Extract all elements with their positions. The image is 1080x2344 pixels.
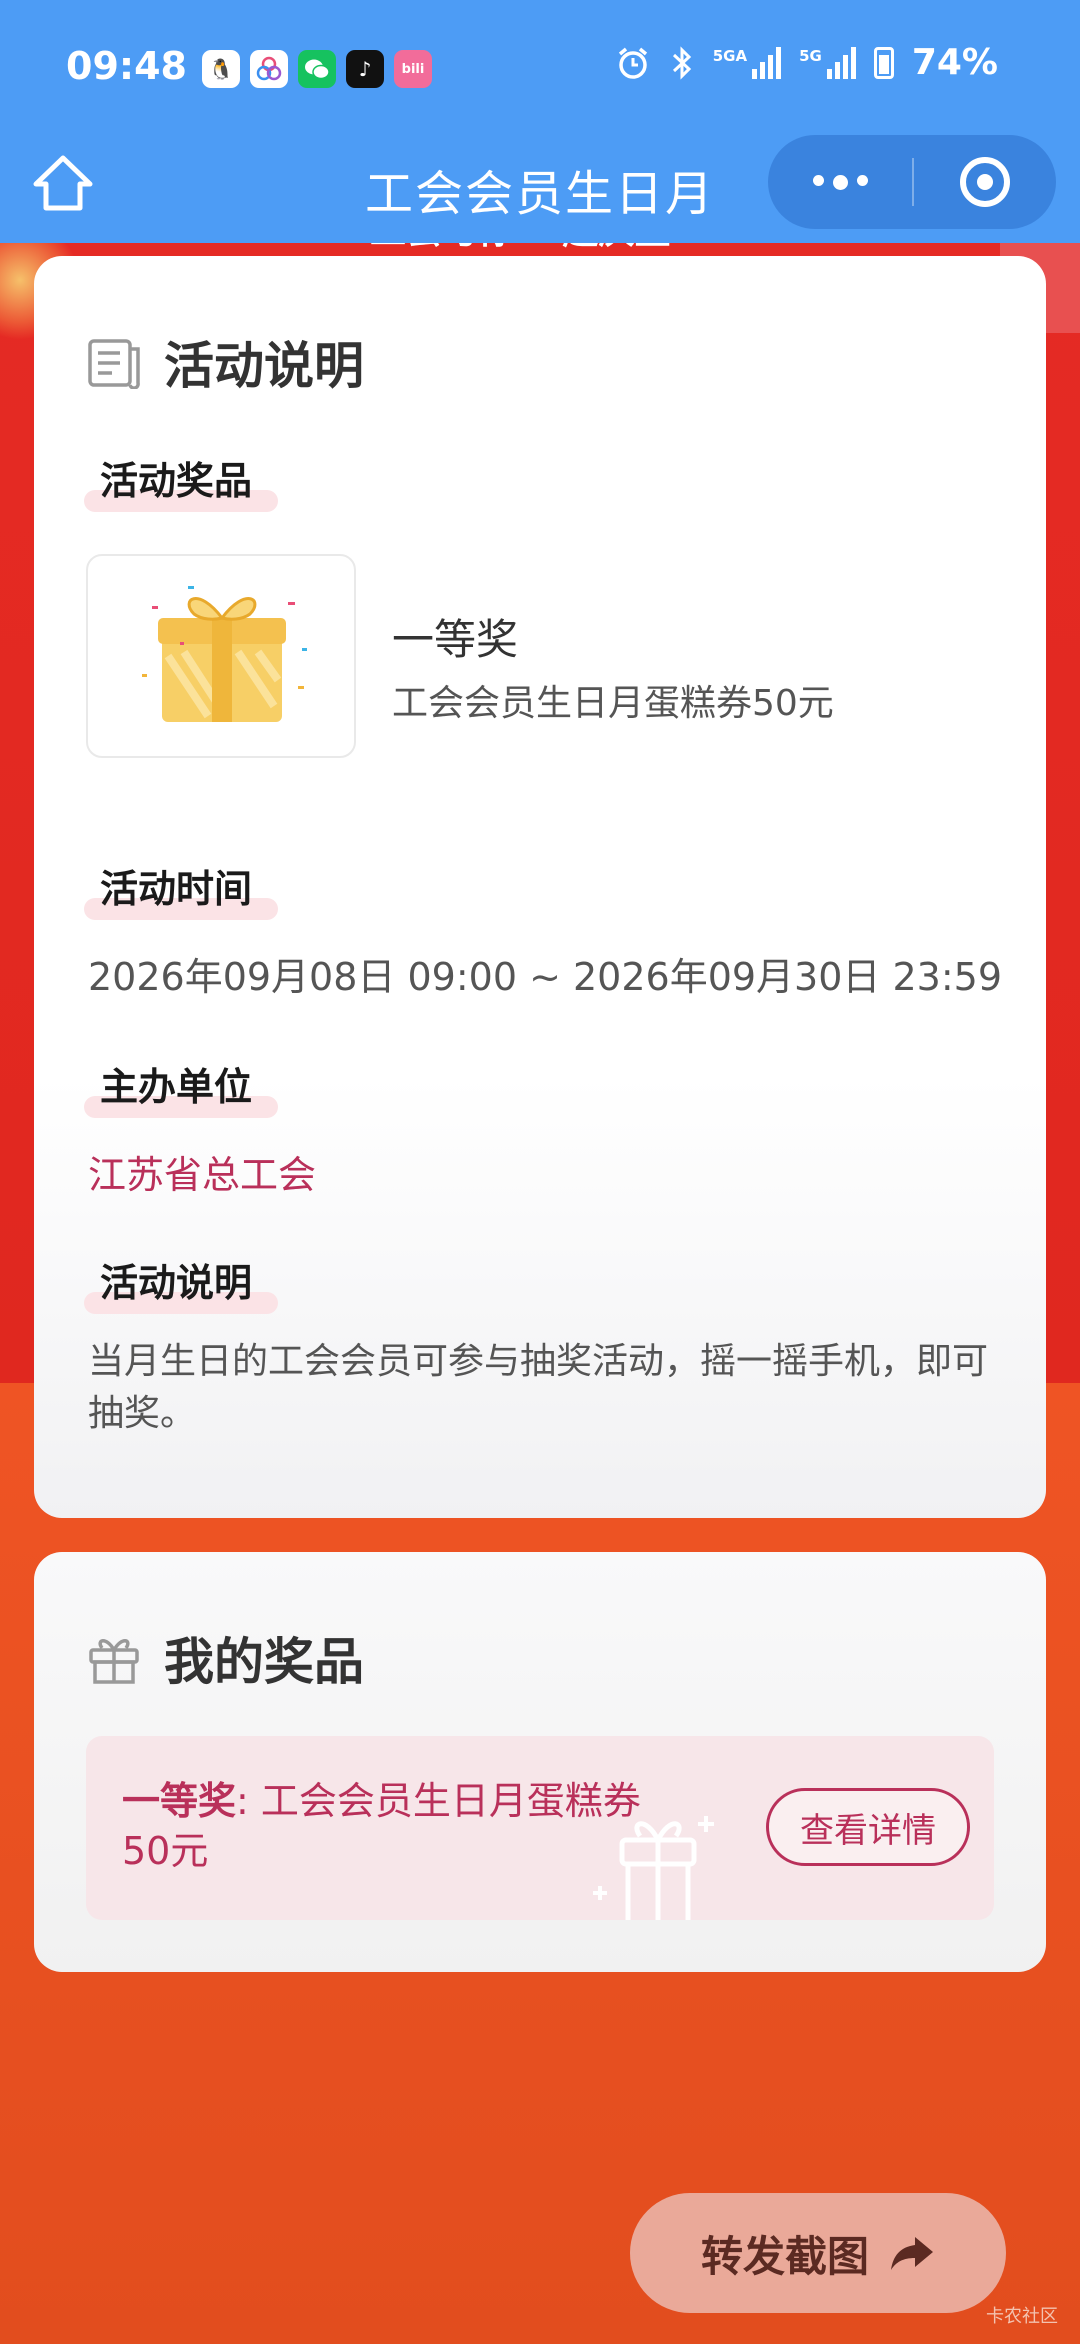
bilibili-icon: bili	[394, 50, 432, 88]
close-button[interactable]	[914, 157, 1056, 207]
section-label-prize: 活动奖品	[84, 450, 279, 512]
status-time: 09:48	[66, 44, 187, 88]
prize-name: 工会会员生日月蛋糕券50元	[392, 683, 834, 724]
award-item: 一等奖: 工会会员生日月蛋糕券50元 查看详情	[86, 1736, 994, 1920]
bluetooth-icon	[672, 45, 691, 80]
activity-info-card: 活动说明 活动奖品 一等奖 工会会员生日月蛋糕券50元 活动时间 2026年09…	[34, 256, 1046, 1518]
wechat-icon	[298, 50, 336, 88]
battery-level: 74%	[911, 42, 998, 83]
award-rank: 一等奖	[122, 1779, 237, 1823]
more-dot-icon	[856, 174, 868, 186]
my-prize-header: 我的奖品	[86, 1622, 364, 1694]
qq-icon: 🐧	[202, 50, 240, 88]
top-bar: 09:48 🐧 ♪ bili 5GA 5G 74% 工会会员生日月	[0, 0, 1080, 243]
gift-box-icon	[142, 586, 307, 723]
activity-description: 当月生日的工会会员可参与抽奖活动，摇一摇手机，即可抽奖。	[88, 1341, 989, 1434]
prize-rank: 一等奖	[392, 615, 519, 664]
share-screenshot-button[interactable]: 转发截图	[630, 2193, 1006, 2313]
more-button[interactable]	[768, 174, 912, 190]
activity-time: 2026年09月08日 09:00 ~ 2026年09月30日 23:59	[88, 955, 1003, 999]
more-dot-icon	[832, 174, 848, 190]
document-icon	[88, 339, 140, 389]
mini-program-capsule	[768, 135, 1056, 229]
status-indicators: 5GA 5G 74%	[615, 42, 998, 83]
activity-card-title: 活动说明	[164, 337, 364, 395]
section-label-time: 活动时间	[84, 858, 279, 920]
page-title: 工会会员生日月	[364, 166, 715, 222]
home-button[interactable]	[28, 152, 98, 214]
multi-circle-app-icon	[250, 50, 288, 88]
my-prize-title: 我的奖品	[164, 1633, 364, 1691]
home-icon	[33, 155, 93, 211]
notification-icons: 🐧 ♪ bili	[202, 50, 432, 88]
share-arrow-icon	[891, 2237, 933, 2270]
close-target-icon	[960, 157, 1010, 207]
douyin-icon: ♪	[346, 50, 384, 88]
alarm-icon	[618, 47, 647, 79]
section-label-organizer: 主办单位	[84, 1056, 279, 1118]
section-label-description: 活动说明	[84, 1252, 279, 1314]
gift-icon	[89, 1639, 139, 1684]
view-details-button[interactable]: 查看详情	[766, 1788, 970, 1866]
prize-image	[86, 554, 356, 758]
battery-icon	[873, 46, 894, 79]
my-prize-card: 我的奖品 一等奖: 工会会员生日月蛋糕券50元 查看详情	[34, 1552, 1046, 1972]
signal-5ga-icon: 5GA	[713, 46, 782, 79]
watermark-text: 卡农社区	[986, 2306, 1058, 2327]
organizer-link[interactable]: 江苏省总工会	[88, 1144, 316, 1199]
more-dot-icon	[812, 174, 824, 186]
activity-card-header: 活动说明	[86, 326, 364, 398]
award-description: 一等奖: 工会会员生日月蛋糕券50元	[122, 1776, 682, 1876]
share-button-label: 转发截图	[700, 2231, 869, 2281]
signal-5g-icon: 5G	[799, 46, 856, 79]
